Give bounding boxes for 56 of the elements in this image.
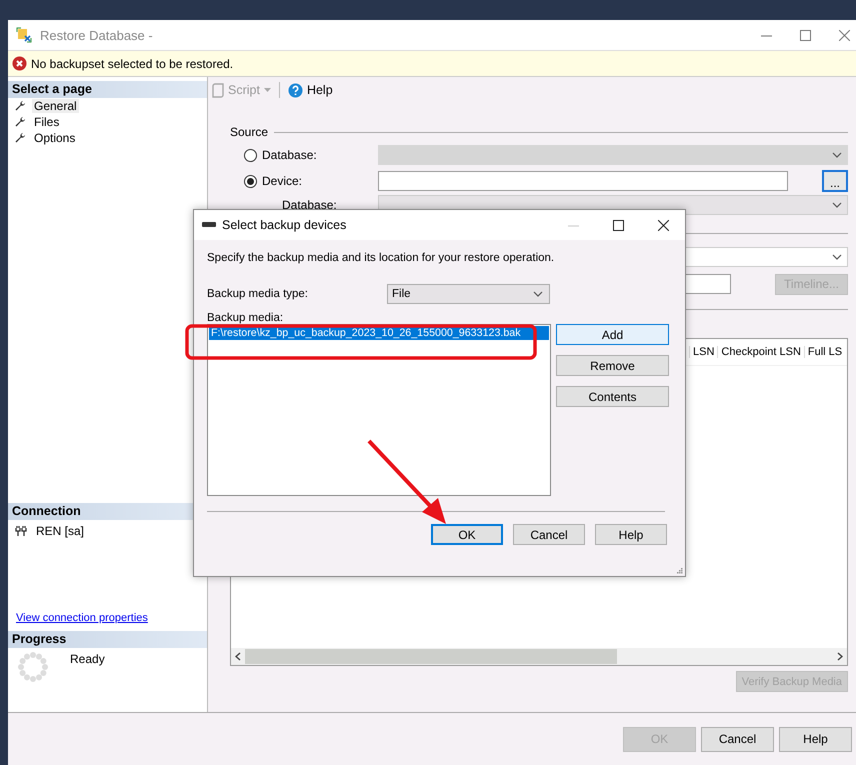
server-name: REN [sa]: [36, 524, 84, 538]
tape-drive-icon: [202, 222, 216, 228]
chevron-down-icon: [832, 152, 842, 158]
status-message: No backupset selected to be restored.: [31, 56, 234, 70]
resize-grip-icon[interactable]: [675, 566, 683, 574]
dialog-title: Select backup devices: [222, 218, 348, 232]
dialog-description: Specify the backup media and its location for your restore operation.: [207, 252, 556, 264]
help-button[interactable]: Help: [779, 726, 852, 752]
group-label: Source: [230, 125, 268, 139]
help-button[interactable]: Help: [595, 524, 667, 545]
chevron-down-icon: [832, 254, 842, 260]
wrench-icon: [14, 100, 26, 112]
horizontal-scrollbar[interactable]: [231, 648, 847, 665]
maximize-icon[interactable]: [613, 220, 624, 230]
radio-button[interactable]: [244, 148, 257, 162]
plug-icon: [14, 525, 28, 537]
cancel-button[interactable]: Cancel: [513, 524, 585, 545]
app-icon: [16, 27, 32, 43]
radio-label: Device:: [262, 174, 302, 188]
field-label: Backup media:: [207, 312, 284, 324]
device-field[interactable]: [378, 171, 788, 191]
browse-button[interactable]: ...: [822, 170, 848, 192]
chevron-down-icon: [832, 202, 842, 208]
error-icon: [12, 56, 27, 71]
page-link[interactable]: General: [32, 99, 79, 113]
help-button[interactable]: Help: [288, 82, 333, 98]
section-header: Progress: [8, 631, 207, 648]
media-type-dropdown[interactable]: File: [387, 284, 550, 304]
scroll-left-icon[interactable]: [235, 652, 241, 661]
script-icon: [212, 82, 224, 98]
spinner-icon: [18, 652, 48, 682]
cancel-button[interactable]: Cancel: [701, 726, 774, 752]
progress-status: Ready: [70, 652, 105, 666]
page-link[interactable]: Options: [32, 131, 78, 145]
ok-button[interactable]: OK: [431, 524, 503, 545]
field-label: Backup media type:: [207, 288, 310, 300]
wrench-icon: [14, 116, 26, 128]
section-header: Select a page: [8, 81, 207, 98]
scroll-right-icon[interactable]: [837, 652, 843, 661]
window-title: Restore Database -: [40, 28, 154, 42]
column-header[interactable]: LSN: [689, 346, 718, 358]
field-label: Database:: [281, 198, 338, 212]
help-icon: [288, 82, 303, 98]
column-header[interactable]: Full LS: [804, 346, 846, 358]
radio-label: Database:: [262, 148, 317, 162]
close-icon[interactable]: [658, 220, 669, 230]
add-button[interactable]: Add: [556, 324, 669, 345]
wrench-icon: [14, 132, 26, 144]
dropdown-arrow-icon: [264, 88, 271, 92]
page-link[interactable]: Files: [32, 115, 62, 129]
column-header[interactable]: Checkpoint LSN: [717, 346, 804, 358]
radio-button[interactable]: [244, 174, 257, 188]
chevron-down-icon: [533, 291, 543, 297]
remove-button[interactable]: Remove: [556, 355, 669, 376]
contents-button[interactable]: Contents: [556, 386, 669, 407]
connection-properties-link[interactable]: View connection properties: [8, 612, 207, 624]
